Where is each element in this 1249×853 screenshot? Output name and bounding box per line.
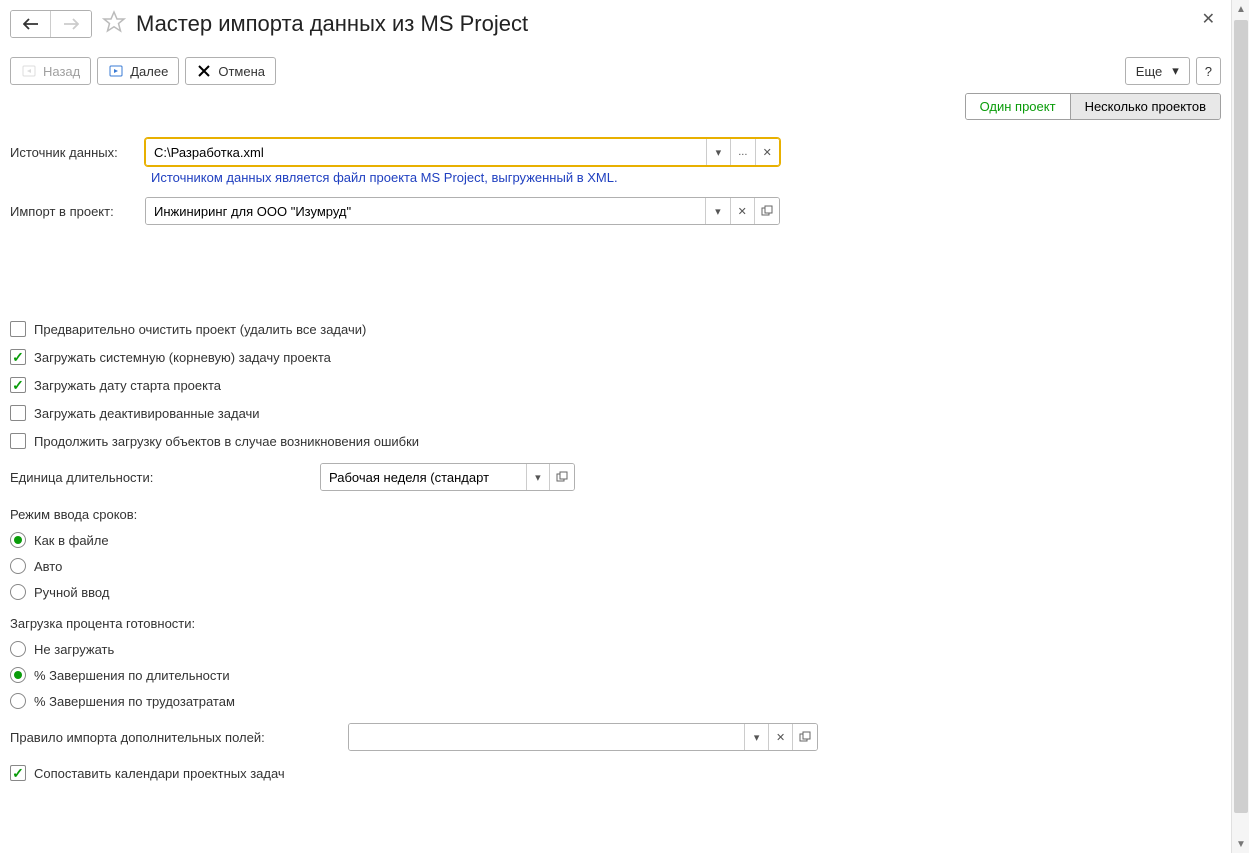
custom-fields-input[interactable] [349,724,744,750]
project-label: Импорт в проект: [10,204,145,219]
cancel-label: Отмена [218,64,265,79]
chevron-down-icon: ▾ [754,731,760,744]
clear-project-label: Предварительно очистить проект (удалить … [34,322,366,337]
project-open-button[interactable] [754,198,779,224]
next-label: Далее [130,64,168,79]
continue-on-error-checkbox[interactable] [10,433,26,449]
arrow-right-icon [63,18,79,30]
project-input-group: ▾ ✕ [145,197,780,225]
cancel-icon [196,63,212,79]
arrow-left-icon [23,18,39,30]
source-dropdown-button[interactable]: ▾ [706,139,730,165]
open-icon [799,731,811,743]
source-clear-button[interactable]: ✕ [755,139,779,165]
progress-label: Загрузка процента готовности: [10,616,1221,631]
favorite-star-button[interactable] [100,8,128,39]
dates-mode-manual-label: Ручной ввод [34,585,109,600]
dates-mode-file-radio[interactable] [10,532,26,548]
history-nav [10,10,92,38]
project-clear-button[interactable]: ✕ [730,198,754,224]
nav-forward-button[interactable] [51,11,91,37]
nav-back-button[interactable] [11,11,51,37]
custom-fields-group: ▾ ✕ [348,723,818,751]
next-button[interactable]: Далее [97,57,179,85]
progress-none-label: Не загружать [34,642,114,657]
more-label: Еще [1136,64,1162,79]
load-inactive-label: Загружать деактивированные задачи [34,406,260,421]
open-icon [761,205,773,217]
source-label: Источник данных: [10,145,145,160]
star-icon [102,10,126,34]
progress-work-label: % Завершения по трудозатратам [34,694,235,709]
chevron-down-icon: ▾ [535,471,541,484]
map-calendars-label: Сопоставить календари проектных задач [34,766,285,781]
continue-on-error-label: Продолжить загрузку объектов в случае во… [34,434,419,449]
progress-duration-label: % Завершения по длительности [34,668,230,683]
page-title: Мастер импорта данных из MS Project [136,11,528,37]
source-hint: Источником данных является файл проекта … [151,170,1221,185]
tab-many-projects[interactable]: Несколько проектов [1071,94,1220,119]
cancel-button[interactable]: Отмена [185,57,276,85]
source-input-group: ▾ ... ✕ [145,138,780,166]
load-inactive-checkbox[interactable] [10,405,26,421]
duration-unit-open-button[interactable] [549,464,574,490]
help-button[interactable]: ? [1196,57,1221,85]
close-button[interactable]: ✕ [1196,8,1221,30]
clear-x-icon: ✕ [763,146,772,159]
source-input[interactable] [146,139,706,165]
help-label: ? [1205,64,1212,79]
chevron-down-icon: ▾ [716,146,722,159]
load-start-date-checkbox[interactable] [10,377,26,393]
tab-one-project[interactable]: Один проект [966,94,1071,119]
open-icon [556,471,568,483]
progress-none-radio[interactable] [10,641,26,657]
back-label: Назад [43,64,80,79]
map-calendars-checkbox[interactable] [10,765,26,781]
project-dropdown-button[interactable]: ▾ [705,198,729,224]
dates-mode-file-label: Как в файле [34,533,109,548]
custom-fields-dropdown-button[interactable]: ▾ [744,724,768,750]
dates-mode-auto-radio[interactable] [10,558,26,574]
clear-x-icon: ✕ [738,205,747,218]
back-button: Назад [10,57,91,85]
custom-fields-label: Правило импорта дополнительных полей: [10,730,348,745]
ellipsis-icon: ... [738,146,747,158]
custom-fields-clear-button[interactable]: ✕ [768,724,792,750]
duration-unit-input[interactable] [321,464,526,490]
dates-mode-auto-label: Авто [34,559,62,574]
scrollbar-thumb[interactable] [1234,20,1248,813]
progress-duration-radio[interactable] [10,667,26,683]
duration-unit-dropdown-button[interactable]: ▾ [526,464,549,490]
project-input[interactable] [146,198,705,224]
project-count-tabs: Один проект Несколько проектов [965,93,1221,120]
progress-work-radio[interactable] [10,693,26,709]
scroll-down-icon: ▼ [1232,835,1249,853]
chevron-down-icon: ▾ [715,205,721,218]
dates-mode-label: Режим ввода сроков: [10,507,1221,522]
duration-unit-label: Единица длительности: [10,470,320,485]
scroll-up-icon: ▲ [1232,0,1249,18]
dates-mode-manual-radio[interactable] [10,584,26,600]
clear-project-checkbox[interactable] [10,321,26,337]
load-root-label: Загружать системную (корневую) задачу пр… [34,350,331,365]
next-icon [108,63,124,79]
more-button[interactable]: Еще ▾ [1125,57,1190,85]
duration-unit-group: ▾ [320,463,575,491]
vertical-scrollbar[interactable]: ▲ ▼ [1231,0,1249,853]
load-root-checkbox[interactable] [10,349,26,365]
chevron-down-icon: ▾ [1172,63,1179,79]
custom-fields-open-button[interactable] [792,724,817,750]
back-icon [21,63,37,79]
load-start-date-label: Загружать дату старта проекта [34,378,221,393]
clear-x-icon: ✕ [776,731,785,744]
source-browse-button[interactable]: ... [730,139,754,165]
